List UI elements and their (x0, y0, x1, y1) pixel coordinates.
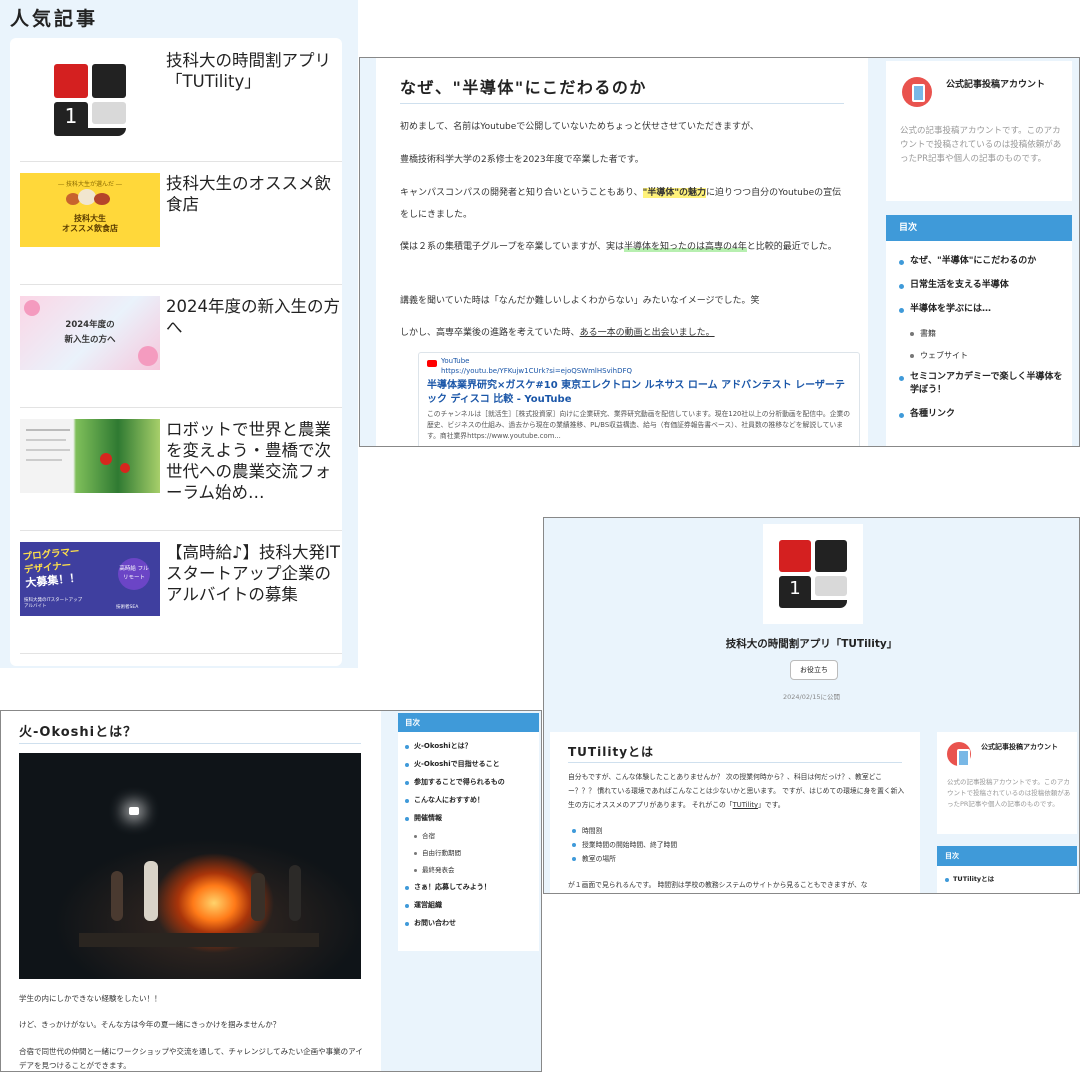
toc-item[interactable]: こんな人におすすめ！ (405, 795, 536, 806)
paragraph: しかし、高専卒業後の進路を考えていた時、ある一本の動画と出会いました。 (400, 328, 715, 338)
paragraph: 僕は２系の集積電子グループを卒業していますが、実は半導体を知ったのは高専の4年と… (400, 242, 837, 252)
toc-subitem[interactable]: 最終発表会 (414, 865, 536, 876)
app-logo: 1 (763, 524, 863, 624)
toc-item[interactable]: 火-Okoshiとは？ (405, 741, 536, 752)
article-item-tutility[interactable]: 1 技科大の時間割アプリ「TUTility」 (20, 38, 342, 162)
article-title[interactable]: 2024年度の新入生の方へ (166, 296, 342, 338)
list-item: 時間割 (572, 824, 677, 838)
youtube-title[interactable]: 半導体業界研究×ガスケ#10 東京エレクトロン ルネサス ローム アドバンテスト… (427, 379, 847, 407)
tutility-link[interactable]: TUTility (733, 801, 758, 809)
list-item: 教室の場所 (572, 852, 677, 866)
youtube-description: このチャンネルは［就活生］［株式投資家］向けに企業研究、業界研究動画を配信してい… (427, 410, 851, 440)
list-item: 授業時間の開始時間、終了時間 (572, 838, 677, 852)
fire-event-article-panel: 火-Okoshiとは？ 学生の内にしかできない経験をしたい！！ けど、きっかけが… (0, 710, 542, 1072)
paragraph: キャンパスコンパスの開発者と知り合いということもあり、"半導体"の魅力に迫りつつ… (400, 188, 842, 220)
paragraph: 初めまして、名前はYoutubeで公開していないためちょっと伏せさせていただきま… (400, 122, 759, 132)
table-of-contents: 目次 TUTilityとは (937, 846, 1077, 893)
section-title: TUTilityとは (568, 745, 655, 759)
highlight-text: 半導体を知ったのは高専の4年 (624, 242, 747, 252)
author-description: 公式の記事投稿アカウントです。このアカウントで投稿されているのは投稿依頼があった… (900, 126, 1062, 164)
toc-item[interactable]: 各種リンク (899, 408, 1066, 421)
paragraph: けど、きっかけがない。そんな方は今年の夏一緒にきっかけを掴みませんか？ (19, 1020, 281, 1029)
article-thumbnail (20, 419, 160, 493)
publish-date: 2024/02/15に公開 (783, 693, 840, 701)
tutility-logo: 1 (50, 60, 130, 140)
toc-item[interactable]: セミコンアカデミーで楽しく半導体を学ぼう！ (899, 371, 1066, 397)
youtube-url[interactable]: https://youtu.be/YFKujw1CUrk?si=ejoQSWml… (441, 367, 632, 375)
toc-subitem[interactable]: 自由行動期間 (414, 848, 536, 859)
table-of-contents: 目次 なぜ、"半導体"にこだわるのか 日常生活を支える半導体 半導体を学ぶには… 書籍… (886, 215, 1072, 446)
article-title[interactable]: ロボットで世界と農業を変えよう・豊橋で次世代への農業交流フォーラム始め… (166, 419, 342, 503)
article-body: なぜ、"半導体"にこだわるのか 初めまして、名前はYoutubeで公開していない… (376, 58, 868, 446)
article-item-robot-forum[interactable]: ロボットで世界と農業を変えよう・豊橋で次世代への農業交流フォーラム始め… (20, 407, 342, 531)
author-card: 公式記事投稿アカウント 公式の記事投稿アカウントです。このアカウントで投稿されて… (937, 732, 1077, 834)
paragraph: 自分もですが、こんな体験したことありませんか？ 次の授業何時から？、科目は何だっ… (568, 773, 905, 809)
feature-list: 時間割 授業時間の開始時間、終了時間 教室の場所 (572, 824, 677, 866)
popular-heading: 人気記事 (10, 8, 99, 30)
toc-item[interactable]: 日常生活を支える半導体 (899, 279, 1066, 292)
article-item-restaurants[interactable]: ― 技科大生が選んだ ― 技科大生 オススメ飲食店 技科大生のオススメ飲食店 (20, 161, 342, 285)
author-avatar-icon (947, 742, 971, 767)
toc-item[interactable]: 運営組織 (405, 900, 536, 911)
category-tag[interactable]: お役立ち (790, 660, 838, 680)
toc-subitem[interactable]: 書籍 (910, 327, 1066, 340)
toc-heading: 目次 (398, 713, 539, 732)
toc-item[interactable]: さぁ！応募してみよう！ (405, 882, 536, 893)
article-title: 火-Okoshiとは？ (19, 725, 138, 740)
paragraph: 学生の内にしかできない経験をしたい！！ (19, 994, 162, 1003)
paragraph: 豊橋技術科学大学の2系修士を2023年度で卒業した者です。 (400, 155, 644, 165)
article-body: 火-Okoshiとは？ 学生の内にしかできない経験をしたい！！ けど、きっかけが… (1, 711, 381, 1071)
youtube-embed-card[interactable]: YouTube https://youtu.be/YFKujw1CUrk?si=… (418, 352, 860, 446)
toc-heading: 目次 (886, 215, 1072, 241)
article-thumbnail: 2024年度の 新入生の方へ (20, 296, 160, 370)
author-name[interactable]: 公式記事投稿アカウント (946, 79, 1066, 91)
article-body: TUTilityとは 自分もですが、こんな体験したことありませんか？ 次の授業何… (550, 732, 920, 893)
toc-subitem[interactable]: 合宿 (414, 831, 536, 842)
toc-subitem[interactable]: ウェブサイト (910, 349, 1066, 362)
toc-item[interactable]: 半導体を学ぶには… (899, 303, 1066, 316)
toc-heading: 目次 (937, 846, 1077, 866)
article-title[interactable]: 【高時給♪】技科大発ITスタートアップ企業のアルバイトの募集 (166, 542, 342, 605)
popular-list: 1 技科大の時間割アプリ「TUTility」 ― 技科大生が選んだ ― 技科大生… (10, 38, 342, 666)
author-card: 公式記事投稿アカウント 公式の記事投稿アカウントです。このアカウントで投稿されて… (886, 61, 1072, 201)
toc-item[interactable]: 火-Okoshiで目指せること (405, 759, 536, 770)
author-name[interactable]: 公式記事投稿アカウント (981, 742, 1073, 752)
popular-articles-panel: 人気記事 1 技科大の時間割アプリ「TUTility」 ― 技科大生が選んだ ― (0, 0, 358, 668)
youtube-icon (427, 360, 437, 367)
toc-item[interactable]: なぜ、"半導体"にこだわるのか (899, 255, 1066, 268)
youtube-source: YouTube (441, 357, 470, 365)
tutility-article-panel: 1 技科大の時間割アプリ「TUTility」 お役立ち 2024/02/15に公… (543, 517, 1080, 894)
toc-item[interactable]: 開催情報 (405, 813, 536, 824)
semiconductor-article-panel: なぜ、"半導体"にこだわるのか 初めまして、名前はYoutubeで公開していない… (359, 57, 1080, 447)
title-divider (568, 762, 902, 763)
paragraph: が１画面で見られるんです。 時間割は学校の教務システムのサイトから見ることもでき… (568, 881, 868, 889)
app-title: 技科大の時間割アプリ「TUTility」 (725, 638, 898, 650)
campfire-photo (19, 753, 361, 979)
article-thumbnail: プログラマー デザイナー 大募集！！ 高時給 フルリモート 技科大発のITスター… (20, 542, 160, 616)
table-of-contents: 目次 火-Okoshiとは？ 火-Okoshiで目指せること 参加することで得られる… (398, 713, 539, 951)
article-title[interactable]: 技科大生のオススメ飲食店 (166, 173, 342, 215)
highlight-text: "半導体"の魅力 (642, 188, 707, 198)
article-title[interactable]: 技科大の時間割アプリ「TUTility」 (166, 50, 342, 92)
toc-item[interactable]: TUTilityとは (945, 874, 1075, 884)
author-description: 公式の記事投稿アカウントです。このアカウントで投稿されているのは投稿依頼があった… (947, 778, 1071, 808)
toc-item[interactable]: お問い合わせ (405, 918, 536, 929)
paragraph: 講義を聞いていた時は「なんだか難しいしよくわからない」みたいなイメージでした。笑 (400, 296, 760, 306)
article-title: なぜ、"半導体"にこだわるのか (400, 78, 647, 97)
author-avatar-icon (902, 77, 932, 107)
paragraph: 合宿で同世代の仲間と一緒にワークショップや交流を通して、チャレンジしてみたい企画… (19, 1047, 363, 1070)
title-divider (19, 743, 361, 744)
title-divider (400, 103, 844, 104)
article-item-parttime[interactable]: プログラマー デザイナー 大募集！！ 高時給 フルリモート 技科大発のITスター… (20, 530, 342, 654)
toc-item[interactable]: 参加することで得られるもの (405, 777, 536, 788)
article-item-freshmen[interactable]: 2024年度の 新入生の方へ 2024年度の新入生の方へ (20, 284, 342, 408)
article-thumbnail: ― 技科大生が選んだ ― 技科大生 オススメ飲食店 (20, 173, 160, 247)
